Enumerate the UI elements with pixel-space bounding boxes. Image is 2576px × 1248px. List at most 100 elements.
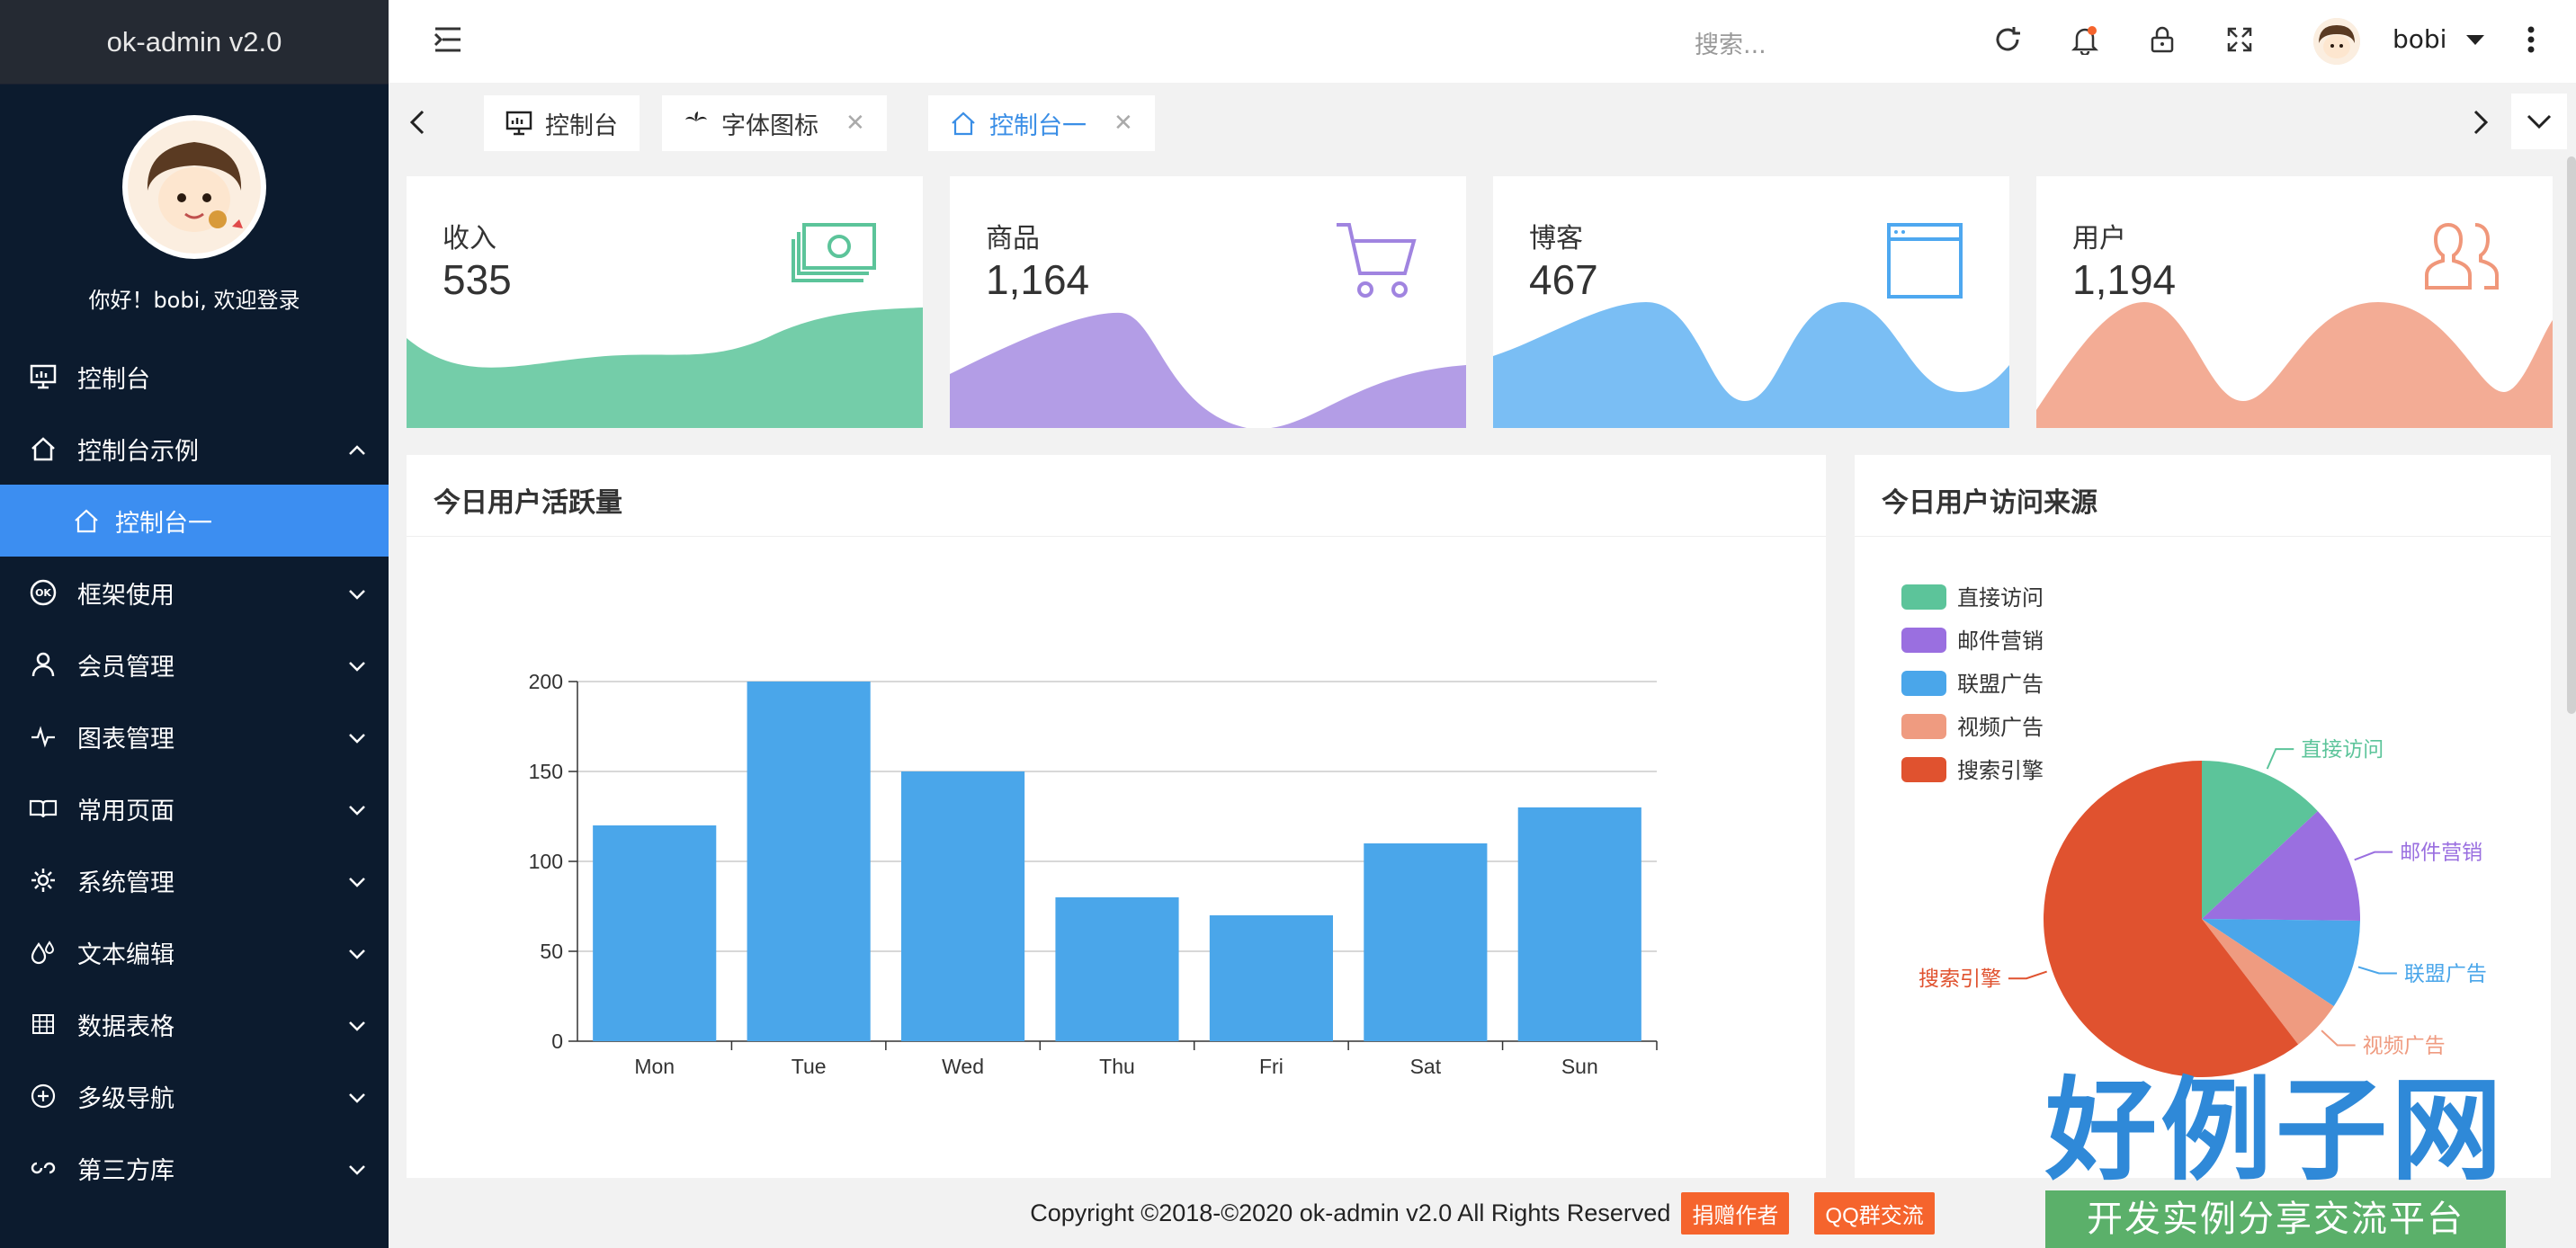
watermark-title: 好例子网 <box>2044 1066 2506 1196</box>
user-avatar[interactable] <box>2313 18 2360 65</box>
legend-swatch[interactable] <box>1901 584 1946 610</box>
search-input[interactable]: 搜索... <box>1695 25 1767 60</box>
sidebar-item-2[interactable]: 控制台一 <box>0 485 389 557</box>
pie-label: 视频广告 <box>2363 1034 2446 1057</box>
activity-bar-chart: 0 50 100 150 200 Mon Tue Wed Thu Fri Sat Sun <box>529 670 1658 1078</box>
bell-icon[interactable] <box>2067 22 2103 58</box>
sidebar-item-8[interactable]: 文本编辑 <box>0 916 389 988</box>
x-tick-label: Wed <box>942 1055 984 1078</box>
monitor-icon <box>505 111 532 136</box>
sidebar-menu: 控制台控制台示例控制台一 OK 框架使用 会员管理图表管理常用页面系统管理文本编辑数据… <box>0 341 389 1204</box>
sidebar-item-label: 常用页面 <box>77 797 174 825</box>
chevron-down-icon <box>347 724 367 752</box>
sidebar-item-label: 文本编辑 <box>77 940 174 969</box>
sidebar-item-0[interactable]: 控制台 <box>0 341 389 413</box>
legend-swatch[interactable] <box>1901 671 1946 696</box>
page-scrollbar[interactable] <box>2567 156 2576 714</box>
menu-toggle-icon[interactable] <box>432 23 464 59</box>
legend-label[interactable]: 直接访问 <box>1957 585 2044 611</box>
chevron-down-icon <box>347 652 367 680</box>
sidebar-item-1[interactable]: 控制台示例 <box>0 413 389 485</box>
x-tick-label: Mon <box>634 1055 675 1078</box>
table-icon <box>27 1008 59 1040</box>
watermark-logo: 好例子网 开发实例分享交流平台 <box>2044 1066 2506 1248</box>
tab-dashboard-one[interactable]: 控制台一 ✕ <box>928 95 1155 151</box>
sidebar: ok-admin v2.0 你好！bobi, 欢迎登录 控制台 控制台示例 控制台一… <box>0 0 389 1248</box>
more-vertical-icon[interactable] <box>2513 22 2549 58</box>
y-tick-label: 0 <box>551 1030 563 1053</box>
caret-down-icon[interactable] <box>2457 22 2493 58</box>
bar-mon[interactable] <box>593 825 717 1041</box>
sidebar-item-4[interactable]: 会员管理 <box>0 628 389 700</box>
stat-wave-blog <box>1493 302 2009 428</box>
home-icon <box>27 432 59 465</box>
tab-dashboard[interactable]: 控制台 <box>484 95 640 151</box>
x-tick-label: Thu <box>1099 1055 1135 1078</box>
x-tick-label: Sun <box>1561 1055 1598 1078</box>
home-outline-icon <box>950 111 977 136</box>
bar-fri[interactable] <box>1209 915 1333 1041</box>
legend-label[interactable]: 搜索引擎 <box>1957 758 2044 783</box>
pie-label: 联盟广告 <box>2404 962 2487 985</box>
user-icon <box>27 648 59 681</box>
user-name[interactable]: bobi <box>2393 24 2446 54</box>
browser-window-icon <box>1885 221 1964 304</box>
legend-swatch[interactable] <box>1901 757 1946 782</box>
app-title[interactable]: ok-admin v2.0 <box>0 0 389 85</box>
tabs-prev-icon[interactable] <box>407 108 428 140</box>
stat-value: 535 <box>443 256 512 303</box>
sidebar-item-6[interactable]: 常用页面 <box>0 772 389 844</box>
sidebar-item-11[interactable]: 第三方库 <box>0 1132 389 1204</box>
chevron-down-icon <box>347 1155 367 1183</box>
sidebar-item-3[interactable]: OK 框架使用 <box>0 557 389 628</box>
lock-icon[interactable] <box>2144 22 2180 58</box>
pie-leader-line <box>2357 966 2397 975</box>
bar-sun[interactable] <box>1517 807 1641 1041</box>
sidebar-item-label: 图表管理 <box>77 725 174 753</box>
panel-title: 今日用户访问来源 <box>1882 487 2097 519</box>
stat-card-users: 用户 1,194 <box>2036 176 2553 428</box>
stat-label: 博客 <box>1529 223 1583 254</box>
sidebar-item-label: 框架使用 <box>77 581 174 610</box>
bar-sat[interactable] <box>1364 843 1488 1041</box>
pie-leader-line <box>2266 748 2294 770</box>
close-icon[interactable]: ✕ <box>845 110 865 137</box>
tab-font-icons[interactable]: 字体图标 ✕ <box>662 95 887 151</box>
fullscreen-icon[interactable] <box>2222 22 2258 58</box>
cart-icon <box>1335 221 1421 306</box>
pulse-icon <box>27 720 59 753</box>
stat-value: 467 <box>1529 256 1598 303</box>
close-icon[interactable]: ✕ <box>1114 110 1133 137</box>
legend-swatch[interactable] <box>1901 628 1946 653</box>
legend-label[interactable]: 邮件营销 <box>1957 628 2044 654</box>
donate-button[interactable]: 捐赠作者 <box>1681 1191 1790 1235</box>
stat-wave-income <box>407 308 923 428</box>
bar-tue[interactable] <box>747 682 871 1041</box>
watermark-subtitle: 开发实例分享交流平台 <box>2044 1190 2506 1248</box>
tabs-next-icon[interactable] <box>2470 108 2491 140</box>
stat-wave-goods <box>950 312 1466 428</box>
sidebar-item-5[interactable]: 图表管理 <box>0 700 389 772</box>
y-tick-label: 200 <box>529 670 563 693</box>
tabs-dropdown-icon[interactable] <box>2511 94 2567 149</box>
stat-label: 商品 <box>986 223 1040 254</box>
avatar[interactable] <box>122 115 266 259</box>
sidebar-item-label: 系统管理 <box>77 869 174 897</box>
legend-label[interactable]: 联盟广告 <box>1957 672 2044 697</box>
legend-label[interactable]: 视频广告 <box>1957 715 2044 740</box>
tab-label: 字体图标 <box>721 111 818 140</box>
sidebar-item-9[interactable]: 数据表格 <box>0 988 389 1060</box>
stat-wave-users <box>2036 302 2553 428</box>
y-tick-label: 100 <box>529 850 563 873</box>
refresh-icon[interactable] <box>1990 22 2026 58</box>
sidebar-item-7[interactable]: 系统管理 <box>0 844 389 916</box>
stat-value: 1,164 <box>986 256 1090 303</box>
sidebar-item-10[interactable]: 多级导航 <box>0 1060 389 1132</box>
qq-group-button[interactable]: QQ群交流 <box>1814 1191 1935 1235</box>
legend-swatch[interactable] <box>1901 714 1946 739</box>
stat-label: 用户 <box>2072 223 2126 254</box>
bar-wed[interactable] <box>901 771 1025 1041</box>
sidebar-item-label: 控制台示例 <box>77 437 199 466</box>
x-tick-label: Tue <box>792 1055 827 1078</box>
bar-thu[interactable] <box>1055 897 1179 1041</box>
